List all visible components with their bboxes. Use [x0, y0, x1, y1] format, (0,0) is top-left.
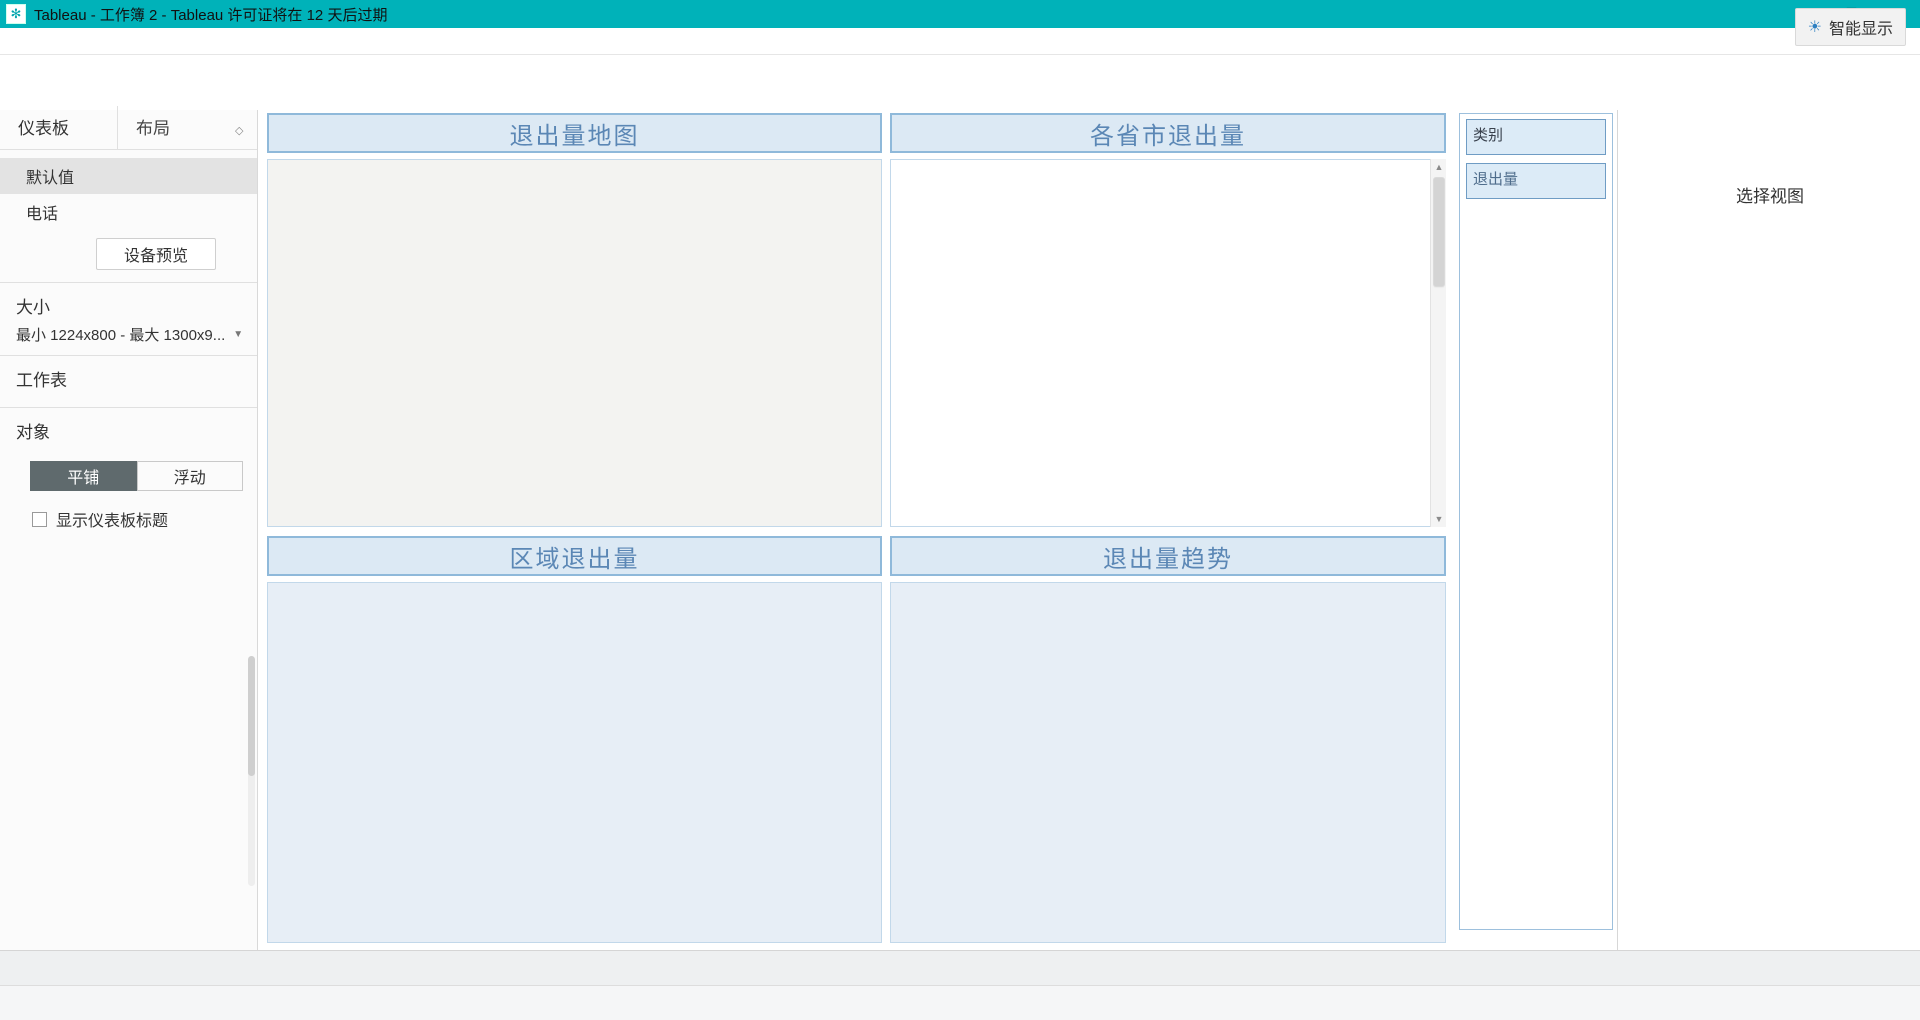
map-panel: 退出量地图	[267, 113, 882, 527]
tab-dashboard[interactable]: 仪表板	[0, 106, 117, 149]
worksheets-section-title: 工作表	[16, 366, 257, 391]
size-section-title: 大小	[16, 293, 257, 318]
toolbar	[0, 55, 1920, 110]
size-legend-title: 退出量	[1473, 168, 1599, 189]
device-preview-button[interactable]: 设备预览	[96, 238, 216, 270]
exit-map[interactable]	[267, 159, 882, 527]
size-dropdown[interactable]: 最小 1224x800 - 最大 1300x9...▼	[16, 324, 257, 345]
sidebar-scrollbar[interactable]	[248, 656, 255, 886]
region-bar-chart[interactable]	[267, 582, 882, 943]
map-panel-title: 退出量地图	[267, 113, 882, 153]
dashboard-sidebar: 仪表板 布局 ◇ 默认值 电话 设备预览 大小 最小 1224x800 - 最大…	[0, 110, 258, 950]
bar-panel: 区域退出量	[267, 536, 882, 943]
floating-button[interactable]: 浮动	[137, 461, 244, 491]
sheet-tabbar	[0, 950, 1920, 985]
show-me-panel: 选择视图	[1617, 110, 1920, 950]
table-panel: 各省市退出量 ▲ ▼	[890, 113, 1446, 527]
device-default-row[interactable]: 默认值	[0, 158, 257, 194]
collapse-pane-icon[interactable]: ◇	[235, 124, 257, 149]
tab-layout[interactable]: 布局	[117, 106, 235, 149]
chevron-down-icon: ▼	[233, 329, 243, 340]
statusbar	[0, 985, 1920, 1020]
province-table	[890, 159, 1446, 527]
bar-panel-title: 区域退出量	[267, 536, 882, 576]
dashboard-canvas: 退出量地图 各省市退出量 ▲ ▼ 区域退出量 退出量趋势	[259, 110, 1457, 950]
table-scrollbar[interactable]: ▲ ▼	[1430, 159, 1446, 527]
tiled-button[interactable]: 平铺	[30, 461, 137, 491]
show-dashboard-title-label: 显示仪表板标题	[56, 507, 168, 531]
device-phone-row[interactable]: 电话	[0, 194, 257, 230]
show-me-button[interactable]: ☀ 智能显示	[1795, 8, 1906, 46]
size-legend[interactable]: 退出量	[1466, 163, 1606, 199]
trend-line-chart[interactable]	[890, 582, 1446, 943]
category-legend-title: 类别	[1473, 124, 1599, 145]
window-titlebar: ✻ Tableau - 工作簿 2 - Tableau 许可证将在 12 天后过…	[0, 0, 1920, 28]
show-dashboard-title-checkbox[interactable]	[32, 512, 47, 527]
category-legend[interactable]: 类别	[1466, 119, 1606, 155]
show-me-hint: 选择视图	[1638, 182, 1902, 207]
scroll-down-icon[interactable]: ▼	[1431, 511, 1447, 527]
lightbulb-icon: ☀	[1808, 17, 1822, 37]
line-panel: 退出量趋势	[890, 536, 1446, 943]
tableau-logo-icon: ✻	[6, 4, 26, 24]
line-panel-title: 退出量趋势	[890, 536, 1446, 576]
scroll-up-icon[interactable]: ▲	[1431, 159, 1447, 175]
window-title: Tableau - 工作簿 2 - Tableau 许可证将在 12 天后过期	[34, 4, 387, 25]
show-me-label: 智能显示	[1829, 15, 1893, 39]
scrollbar-thumb[interactable]	[1433, 177, 1445, 287]
menubar	[0, 28, 1920, 55]
objects-section-title: 对象	[16, 418, 257, 443]
table-panel-title: 各省市退出量	[890, 113, 1446, 153]
legends-pane: 类别 退出量	[1459, 113, 1613, 930]
